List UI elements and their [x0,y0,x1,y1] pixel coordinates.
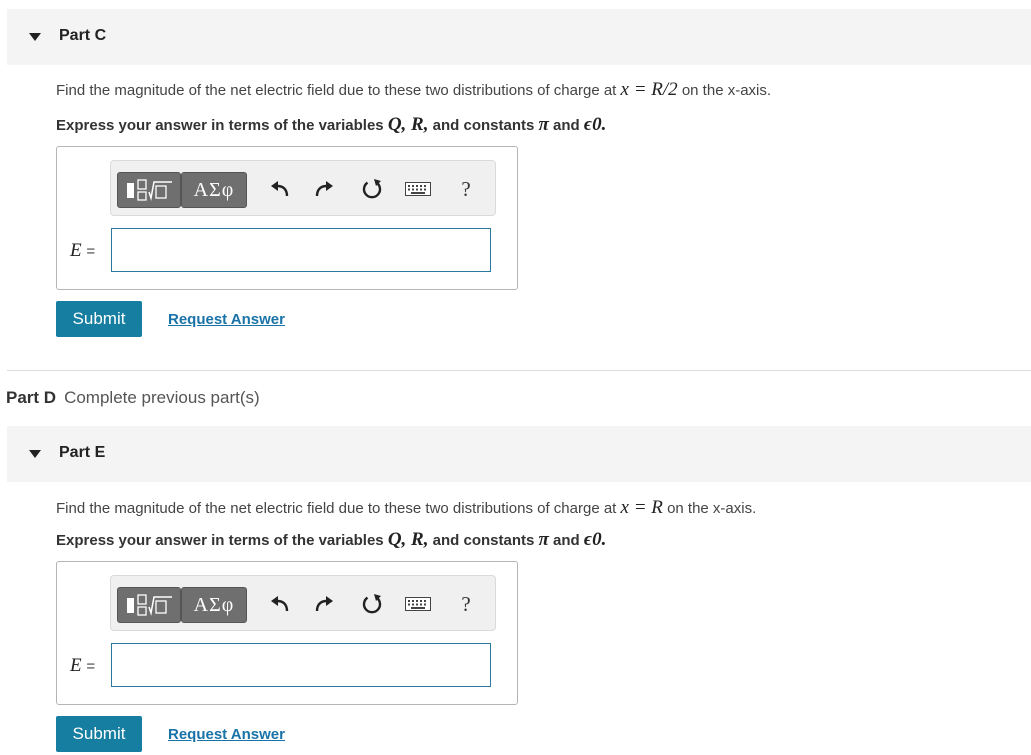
part-c-submit-button[interactable]: Submit [56,301,142,337]
help-button[interactable]: ? [453,176,479,202]
part-c-question: Find the magnitude of the net electric f… [56,79,772,100]
reset-icon [362,594,382,614]
part-c-header[interactable]: Part C [7,9,1031,65]
part-e-submit-button[interactable]: Submit [56,716,142,752]
part-c-answer-input[interactable] [111,228,491,272]
part-e-answer-input[interactable] [111,643,491,687]
keyboard-button[interactable] [403,591,433,617]
answer-variable-label: E = [70,240,96,261]
math-toolbar: ΑΣφ ? [110,575,496,631]
caret-down-icon [29,450,41,458]
greek-symbols-icon: ΑΣφ [193,593,235,616]
answer-variable-label: E = [70,655,96,676]
section-divider [7,370,1031,371]
redo-button[interactable] [311,176,337,202]
part-d-message: Complete previous part(s) [64,388,260,407]
part-e-answer-box: ΑΣφ ? E = [56,561,518,705]
part-c-request-answer-link[interactable]: Request Answer [168,311,285,328]
undo-button[interactable] [267,591,293,617]
part-d-label: Part D [6,388,57,407]
templates-icon [127,179,172,201]
templates-button[interactable] [117,172,181,208]
reset-button[interactable] [359,591,385,617]
keyboard-icon [405,182,431,196]
part-e-header[interactable]: Part E [7,426,1031,482]
redo-icon [315,596,333,612]
redo-icon [315,181,333,197]
part-d-row[interactable]: Part D Complete previous part(s) [6,388,260,408]
caret-down-icon [29,33,41,41]
greek-symbols-button[interactable]: ΑΣφ [181,587,247,623]
help-button[interactable]: ? [453,591,479,617]
help-icon: ? [461,176,471,201]
templates-button[interactable] [117,587,181,623]
part-c-answer-box: ΑΣφ ? E = [56,146,518,290]
undo-button[interactable] [267,176,293,202]
part-e-instruction: Express your answer in terms of the vari… [56,529,607,550]
reset-button[interactable] [359,176,385,202]
part-c-title: Part C [59,27,107,44]
undo-icon [271,181,289,197]
math-toolbar: ΑΣφ ? [110,160,496,216]
keyboard-icon [405,597,431,611]
greek-symbols-icon: ΑΣφ [193,178,235,201]
part-c-instruction: Express your answer in terms of the vari… [56,114,607,135]
redo-button[interactable] [311,591,337,617]
greek-symbols-button[interactable]: ΑΣφ [181,172,247,208]
part-e-title: Part E [59,444,106,461]
part-e-request-answer-link[interactable]: Request Answer [168,726,285,743]
keyboard-button[interactable] [403,176,433,202]
reset-icon [362,179,382,199]
part-e-question: Find the magnitude of the net electric f… [56,497,757,518]
undo-icon [271,596,289,612]
templates-icon [127,594,172,616]
help-icon: ? [461,591,471,616]
